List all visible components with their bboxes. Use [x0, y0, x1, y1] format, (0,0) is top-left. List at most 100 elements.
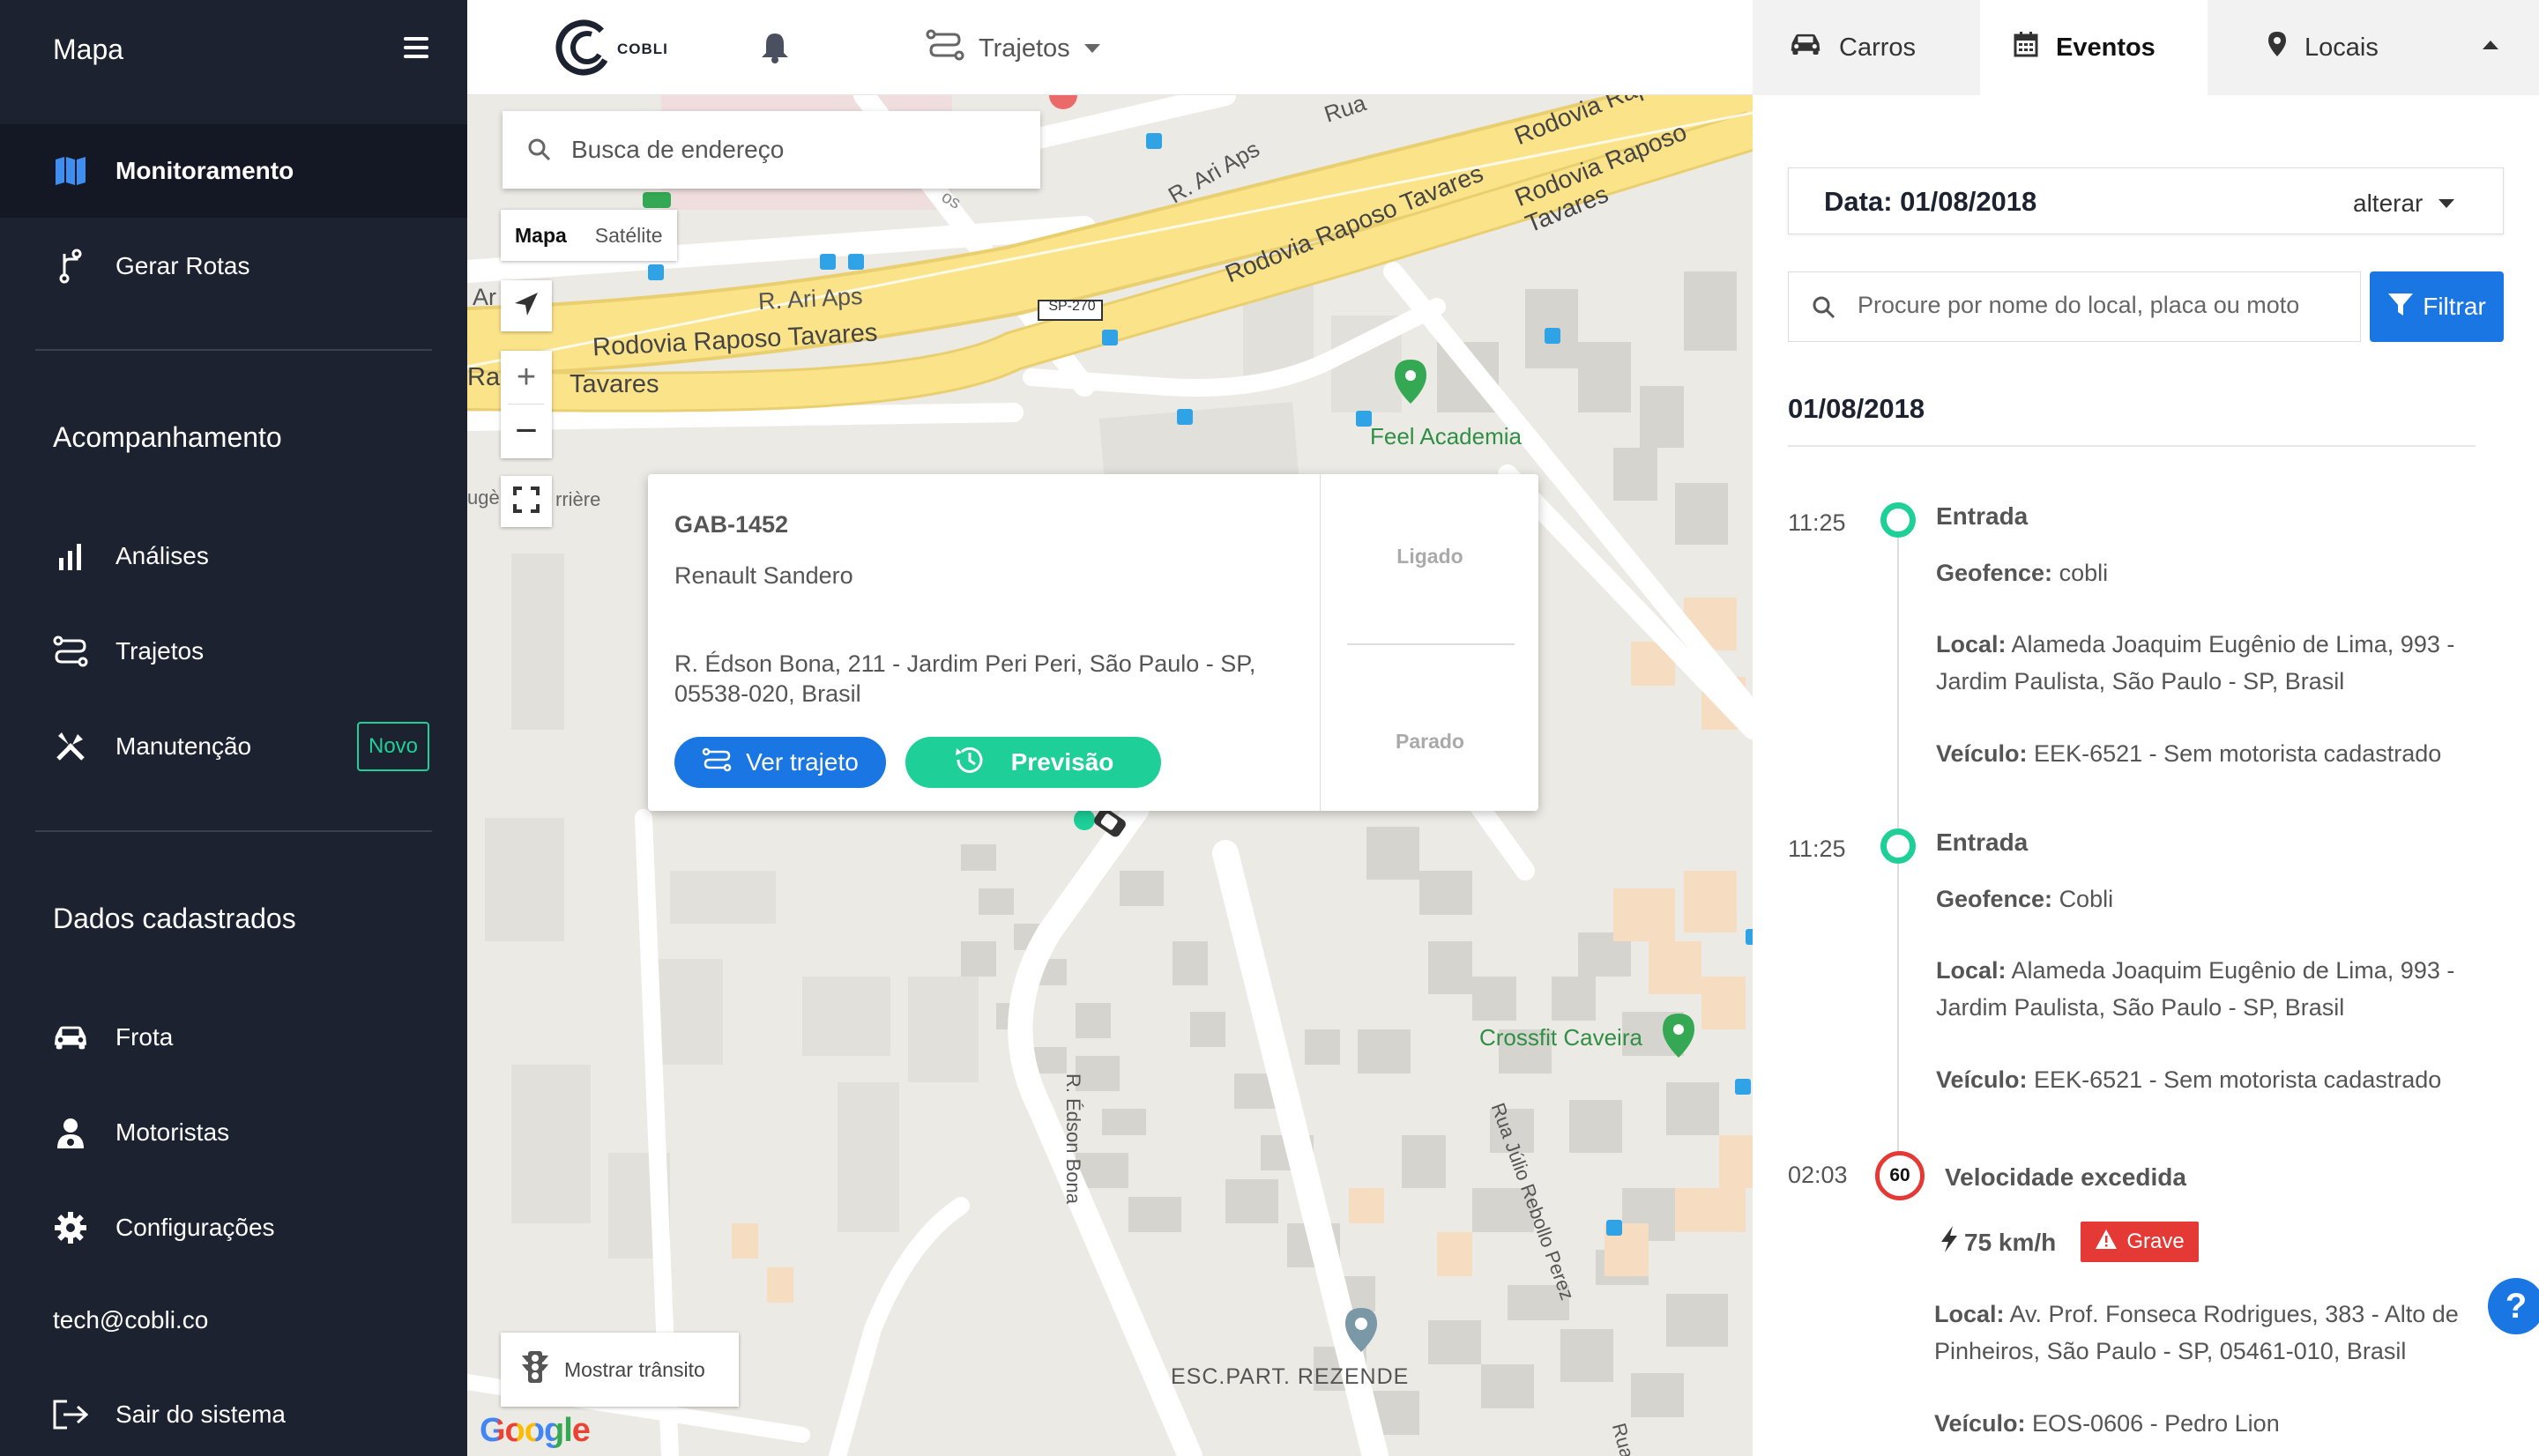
lightning-icon [1938, 1225, 1961, 1259]
car-icon [1790, 33, 1839, 63]
map-label-ug: ugè [467, 487, 500, 509]
geofence-label: Geofence: [1936, 560, 2053, 586]
logout-label: Sair do sistema [115, 1400, 286, 1428]
logo-text: COBLI [617, 41, 668, 57]
map-label-ar: Ar [473, 284, 496, 310]
vehicle-status-column: Ligado Parado [1320, 474, 1538, 811]
forecast-button[interactable]: Previsão [905, 737, 1161, 788]
sidebar-divider [35, 830, 432, 832]
car-icon [53, 1020, 88, 1055]
status-ignition: Ligado [1396, 545, 1463, 568]
entry-event-icon [1880, 828, 1916, 864]
vehicle-label: Veículo: [1934, 1410, 2026, 1437]
help-button[interactable]: ? [2488, 1278, 2539, 1334]
zoom-control: + − [501, 351, 552, 458]
sidebar: Mapa Monitoramento Gerar Rotas Acompanha… [0, 0, 467, 1456]
sidebar-item-label: Motoristas [115, 1118, 230, 1146]
calendar-icon [2014, 31, 2056, 64]
filter-icon [2387, 291, 2423, 323]
event-title[interactable]: Entrada [1936, 502, 2028, 531]
view-trajectory-label: Ver trajeto [746, 748, 859, 776]
tab-eventos-label: Eventos [2056, 33, 2156, 62]
tab-locais-label: Locais [2304, 33, 2379, 62]
locate-button[interactable] [501, 280, 552, 331]
events-search-field[interactable]: Procure por nome do local, placa ou moto [1788, 271, 2361, 342]
date-selector: Data: 01/08/2018 alterar [1788, 167, 2504, 234]
trajetos-dropdown[interactable]: Trajetos [926, 26, 1100, 71]
location-line-1: Alameda Joaquim Eugênio de Lima, 993 - [2011, 957, 2455, 984]
vehicle-info-popup: GAB-1452 Renault Sandero R. Édson Bona, … [648, 474, 1538, 811]
view-trajectory-button[interactable]: Ver trajeto [674, 737, 886, 788]
location-line-2: Jardim Paulista, São Paulo - SP, Brasil [1936, 668, 2345, 695]
address-search-box[interactable]: Busca de endereço [503, 111, 1040, 189]
sidebar-section-dados: Dados cadastrados [53, 903, 296, 934]
address-search-input[interactable]: Busca de endereço [571, 136, 784, 164]
sidebar-item-manutencao[interactable]: Manutenção Novo [0, 700, 467, 793]
sidebar-item-label: Trajetos [115, 637, 205, 665]
map-label-tavares: Tavares [570, 370, 659, 398]
map-label-feel-academia: Feel Academia [1370, 423, 1522, 449]
event-title[interactable]: Velocidade excedida [1945, 1163, 2186, 1192]
fullscreen-button[interactable] [501, 476, 552, 527]
vehicle-value: EEK-6521 - Sem motorista cadastrado [2034, 1066, 2442, 1093]
sidebar-header: Mapa [0, 0, 467, 102]
vehicle-label: Veículo: [1936, 1066, 2028, 1093]
event-vehicle: Veículo: EOS-0606 - Pedro Lion [1934, 1405, 2498, 1442]
map-label-ari-aps-2: R. Ari Aps [757, 282, 864, 316]
sidebar-item-configuracoes[interactable]: Configurações [0, 1181, 467, 1274]
event-title[interactable]: Entrada [1936, 828, 2028, 857]
map-label-riere: rrière [555, 488, 601, 510]
zoom-out-button[interactable]: − [501, 405, 552, 457]
sidebar-section-acompanhamento: Acompanhamento [53, 421, 282, 453]
search-icon [527, 137, 552, 167]
hamburger-menu-icon[interactable] [404, 37, 430, 60]
sidebar-item-label: Manutenção [115, 732, 252, 760]
location-line-1: Alameda Joaquim Eugênio de Lima, 993 - [2011, 631, 2455, 657]
user-email: tech@cobli.co [53, 1306, 209, 1333]
location-line-1: Av. Prof. Fonseca Rodrigues, 383 - Alto … [2009, 1301, 2459, 1327]
logout-button[interactable]: Sair do sistema [0, 1368, 467, 1456]
zoom-in-button[interactable]: + [501, 351, 552, 404]
warning-icon [2095, 1229, 2126, 1256]
show-traffic-button[interactable]: Mostrar trânsito [501, 1333, 739, 1407]
collapse-panel-icon[interactable] [2483, 41, 2498, 49]
google-logo-text: Google [480, 1412, 591, 1449]
event-location: Local: Av. Prof. Fonseca Rodrigues, 383 … [1934, 1296, 2498, 1370]
sidebar-item-motoristas[interactable]: Motoristas [0, 1086, 467, 1179]
map-type-map-button[interactable]: Mapa [501, 210, 581, 261]
fullscreen-icon [513, 486, 540, 517]
event-time: 02:03 [1788, 1162, 1848, 1188]
tab-eventos[interactable]: Eventos [1980, 0, 2208, 95]
sidebar-item-label: Frota [115, 1023, 174, 1051]
map-label-esc-rezende: ESC.PART. REZENDE [1171, 1364, 1410, 1389]
filter-button[interactable]: Filtrar [2370, 271, 2504, 342]
sidebar-title: Mapa [53, 33, 124, 65]
sidebar-item-analises[interactable]: Análises [0, 509, 467, 603]
event-location: Local: Alameda Joaquim Eugênio de Lima, … [1936, 952, 2500, 1026]
tab-locais[interactable]: Locais [2267, 0, 2444, 95]
severity-label: Grave [2126, 1229, 2185, 1253]
sidebar-item-monitoramento[interactable]: Monitoramento [0, 124, 467, 218]
change-date-button[interactable]: alterar [2353, 189, 2455, 218]
show-traffic-label: Mostrar trânsito [564, 1357, 705, 1381]
map-view[interactable]: Rua R. Ari Aps R. Ari Aps Rodovia Raposo… [467, 95, 1753, 1456]
speed-value: 75 km/h [1938, 1225, 2056, 1259]
vehicle-address: R. Édson Bona, 211 - Jardim Peri Peri, S… [674, 650, 1256, 707]
event-time: 11:25 [1788, 836, 1846, 862]
location-arrow-icon [513, 291, 540, 322]
trajectory-icon [702, 747, 746, 778]
day-divider [1788, 445, 2476, 447]
sidebar-item-trajetos[interactable]: Trajetos [0, 605, 467, 698]
events-day-header: 01/08/2018 [1788, 393, 1925, 424]
location-label: Local: [1934, 1301, 2005, 1327]
date-label: Data: 01/08/2018 [1824, 186, 2037, 217]
sidebar-item-gerar-rotas[interactable]: Gerar Rotas [0, 219, 467, 313]
search-icon [1812, 295, 1836, 324]
bell-icon[interactable] [760, 32, 790, 68]
sidebar-item-frota[interactable]: Frota [0, 991, 467, 1084]
map-type-satellite-button[interactable]: Satélite [581, 210, 677, 261]
tools-icon [53, 729, 88, 764]
map-label-crossfit: Crossfit Caveira [1479, 1024, 1642, 1051]
history-clock-icon [953, 745, 1011, 781]
map-label-ra: Ra [467, 363, 501, 391]
